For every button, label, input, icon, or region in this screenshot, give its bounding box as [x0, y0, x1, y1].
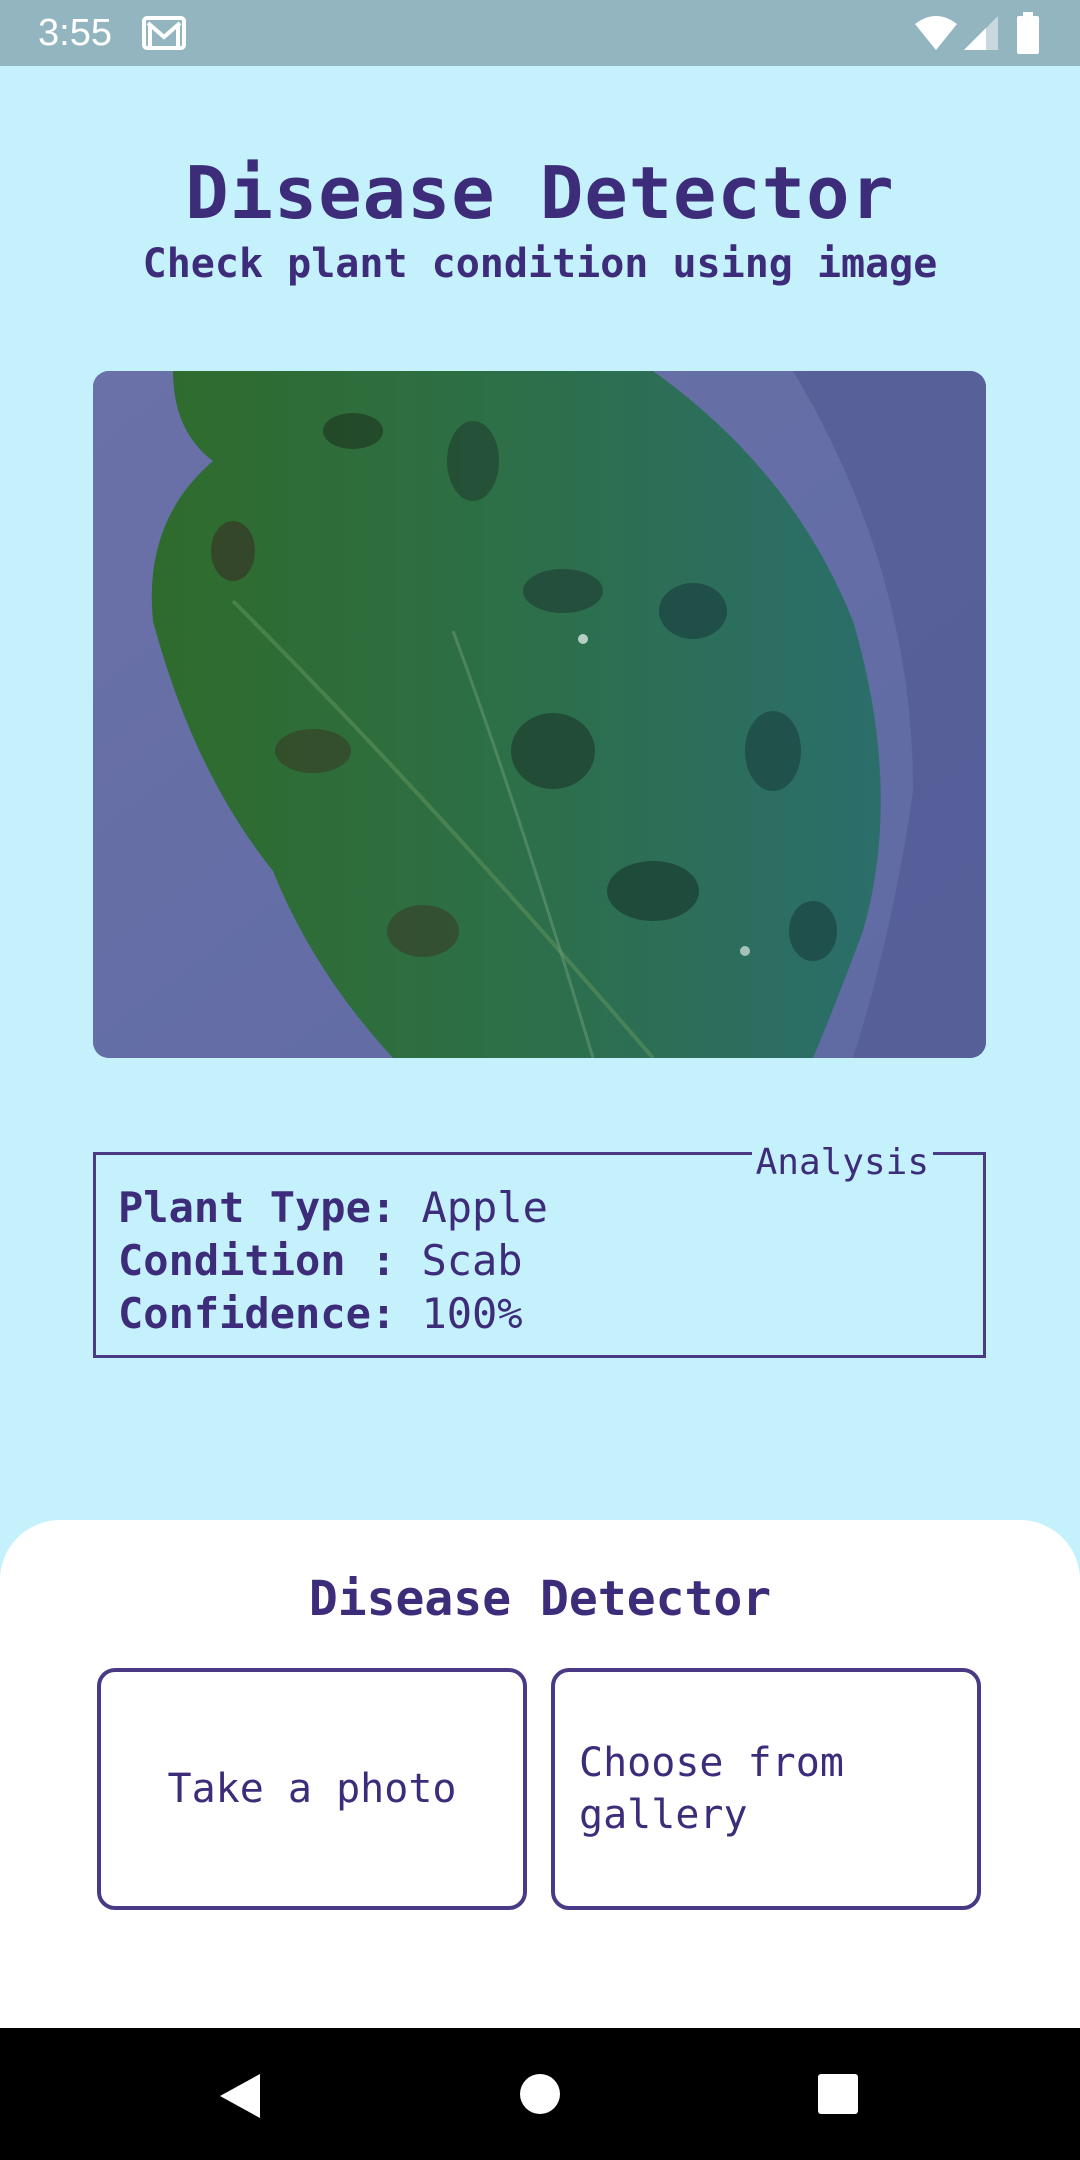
- analysis-panel: Analysis Plant Type: Apple Condition : S…: [93, 1141, 986, 1358]
- leaf-image-graphic: [93, 371, 986, 1058]
- navigation-bar: [0, 2028, 1080, 2160]
- choose-from-gallery-button[interactable]: Choose from gallery: [551, 1668, 981, 1910]
- analysis-row-condition: Condition : Scab: [118, 1234, 548, 1287]
- battery-icon: [1017, 12, 1039, 54]
- analysis-row-confidence: Confidence: 100%: [118, 1287, 548, 1340]
- bottom-sheet: Disease Detector Take a photo Choose fro…: [0, 1520, 1080, 2028]
- analysis-value: 100%: [396, 1289, 523, 1338]
- status-time: 3:55: [38, 12, 112, 54]
- page-subtitle: Check plant condition using image: [142, 241, 938, 287]
- analysis-rows: Plant Type: Apple Condition : Scab Confi…: [118, 1181, 548, 1340]
- home-icon[interactable]: [520, 2074, 560, 2114]
- analysis-value: Scab: [396, 1236, 523, 1285]
- analysis-label: Plant Type:: [118, 1183, 397, 1232]
- cell-signal-icon: [964, 16, 998, 50]
- page-title: Disease Detector: [185, 151, 895, 235]
- sheet-title: Disease Detector: [308, 1571, 772, 1627]
- analysis-label: Condition :: [118, 1236, 397, 1285]
- analysis-legend: Analysis: [751, 1141, 933, 1185]
- recents-icon[interactable]: [818, 2074, 858, 2114]
- status-bar: 3:55: [0, 0, 1080, 66]
- leaf-photo: [93, 371, 986, 1058]
- analysis-value: Apple: [396, 1183, 548, 1232]
- analysis-row-plant-type: Plant Type: Apple: [118, 1181, 548, 1234]
- gmail-icon: [142, 16, 186, 50]
- back-icon[interactable]: [218, 2072, 262, 2120]
- take-photo-button[interactable]: Take a photo: [97, 1668, 527, 1910]
- wifi-icon: [915, 16, 957, 50]
- analysis-label: Confidence:: [118, 1289, 397, 1338]
